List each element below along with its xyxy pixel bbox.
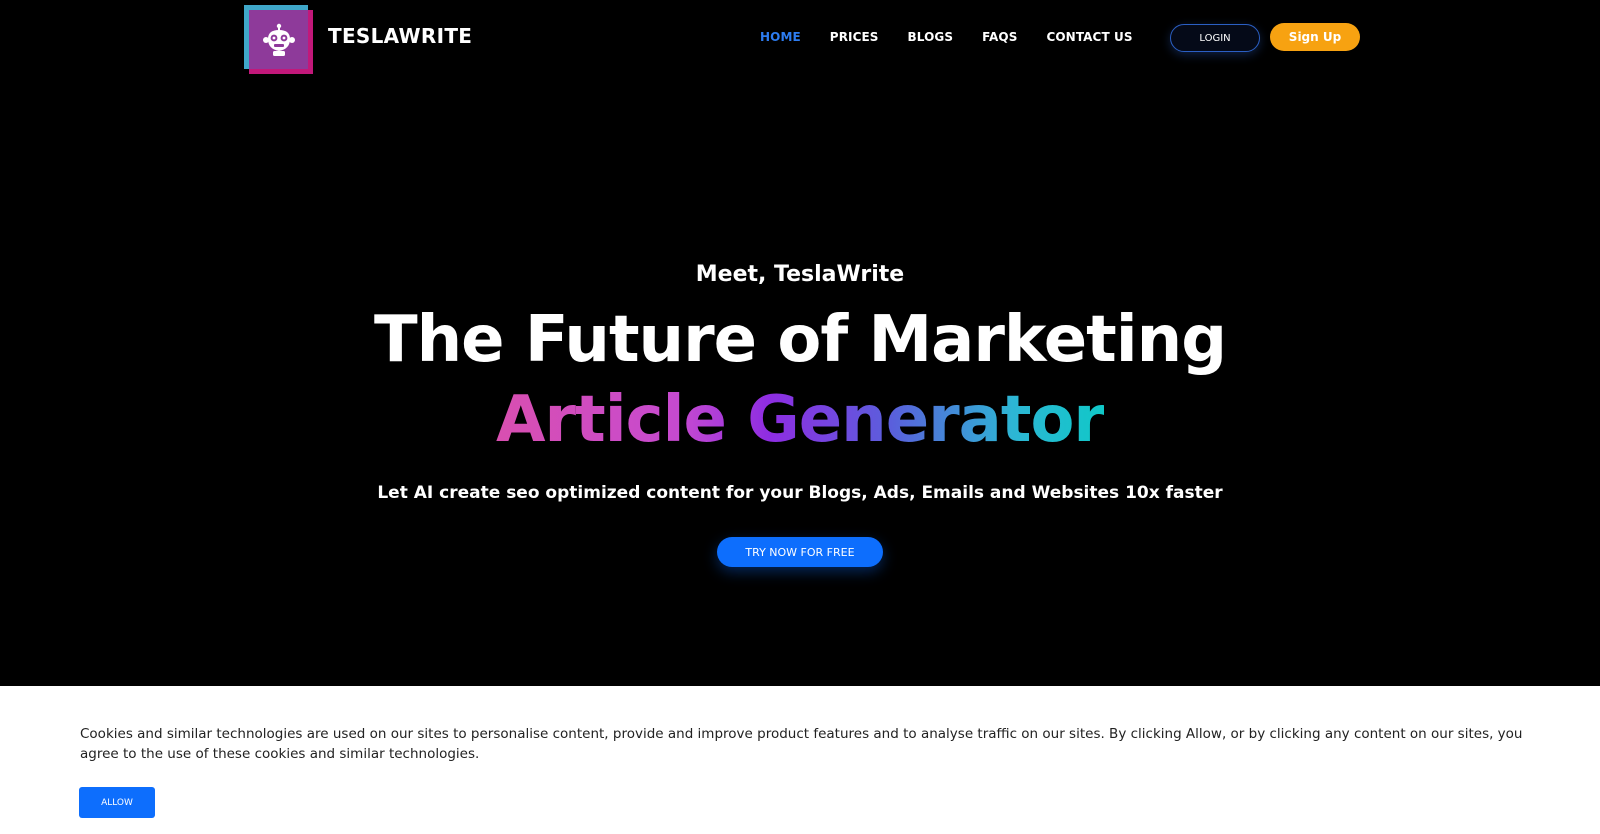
allow-cookies-button[interactable]: ALLOW <box>79 787 155 818</box>
cookie-text: Cookies and similar technologies are use… <box>80 726 1523 762</box>
hero-title: The Future of Marketing <box>373 303 1227 377</box>
logo[interactable] <box>244 5 314 74</box>
nav-prices[interactable]: PRICES <box>830 30 879 44</box>
hero-subtitle: Let AI create seo optimized content for … <box>377 483 1223 503</box>
hero-eyebrow: Meet, TeslaWrite <box>695 262 905 287</box>
nav-contact-us[interactable]: CONTACT US <box>1046 30 1132 44</box>
signup-button[interactable]: Sign Up <box>1270 23 1360 51</box>
robot-head-icon <box>249 10 308 69</box>
main-nav: HOME PRICES BLOGS FAQS CONTACT US <box>760 30 1133 44</box>
nav-home[interactable]: HOME <box>760 30 801 44</box>
brand-name[interactable]: TESLAWRITE <box>328 24 472 48</box>
nav-faqs[interactable]: FAQS <box>982 30 1017 44</box>
hero-gradient-title: Article Generator <box>0 384 1600 456</box>
login-button[interactable]: LOGIN <box>1170 24 1260 52</box>
nav-blogs[interactable]: BLOGS <box>908 30 954 44</box>
hero-gradient-text: Article Generator <box>496 383 1105 457</box>
site-header: TESLAWRITE HOME PRICES BLOGS FAQS CONTAC… <box>0 0 1600 80</box>
cookie-banner: Cookies and similar technologies are use… <box>0 686 1600 834</box>
try-now-button[interactable]: TRY NOW FOR FREE <box>717 537 883 567</box>
